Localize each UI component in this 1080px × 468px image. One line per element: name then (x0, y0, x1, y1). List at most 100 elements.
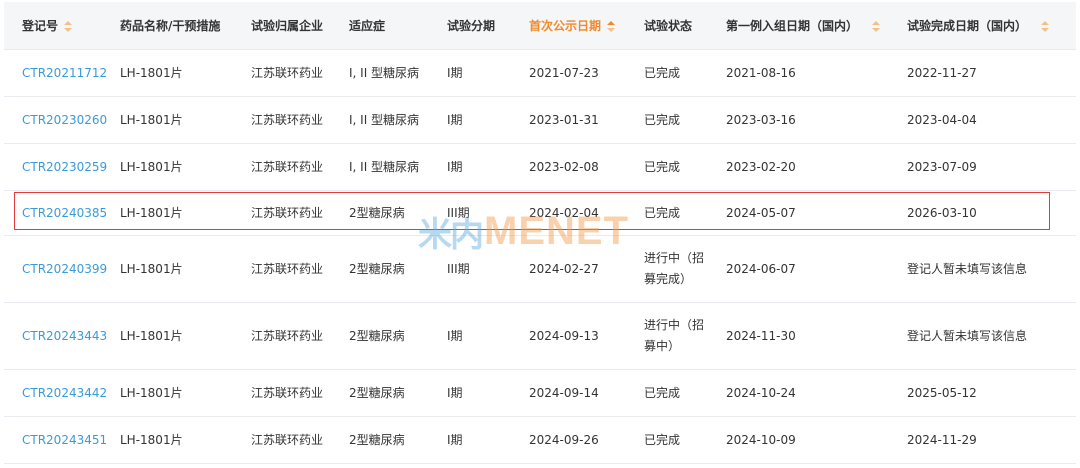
table-row: CTR20211712 LH-1801片 江苏联环药业 I, II 型糖尿病 I… (4, 49, 1076, 97)
phase-cell: I期 (447, 302, 529, 370)
publish-date-cell: 2023-01-31 (529, 96, 644, 144)
indication-cell: 2型糖尿病 (349, 416, 447, 464)
phase-cell: I期 (447, 143, 529, 191)
phase-cell: III期 (447, 235, 529, 303)
drug-cell: LH-1801片 (120, 302, 251, 370)
table-header: 登记号 药品名称/干预措施 试验归属企业 适应症 试验分期 首次公示日期 试验状… (4, 2, 1076, 50)
sort-icon[interactable] (607, 20, 616, 32)
header-cell-company: 试验归属企业 (251, 2, 349, 50)
drug-cell: LH-1801片 (120, 369, 251, 417)
reg-link[interactable]: CTR20243451 (22, 433, 107, 447)
status-cell: 已完成 (644, 369, 726, 417)
status-cell: 进行中（招募中） (644, 302, 726, 370)
indication-cell: 2型糖尿病 (349, 369, 447, 417)
reg-link[interactable]: CTR20211712 (22, 66, 107, 80)
company-cell: 江苏联环药业 (251, 369, 349, 417)
reg-cell: CTR20240385 (4, 190, 120, 236)
table-row: CTR20243451 LH-1801片 江苏联环药业 2型糖尿病 I期 202… (4, 416, 1076, 464)
header-label: 登记号 (22, 18, 59, 33)
sort-icon[interactable] (872, 20, 881, 32)
reg-cell: CTR20243451 (4, 416, 120, 464)
company-cell: 江苏联环药业 (251, 49, 349, 97)
first-enroll-cell: 2021-08-16 (726, 49, 907, 97)
first-enroll-cell: 2024-11-30 (726, 302, 907, 370)
reg-cell: CTR20240399 (4, 235, 120, 303)
header-cell-reg[interactable]: 登记号 (4, 2, 120, 50)
first-enroll-cell: 2023-02-20 (726, 143, 907, 191)
header-label: 适应症 (349, 18, 386, 33)
header-label: 试验分期 (447, 18, 496, 33)
trials-table: 登记号 药品名称/干预措施 试验归属企业 适应症 试验分期 首次公示日期 试验状… (4, 2, 1076, 464)
header-label: 试验归属企业 (251, 18, 324, 33)
indication-cell: 2型糖尿病 (349, 302, 447, 370)
publish-date-cell: 2024-09-13 (529, 302, 644, 370)
status-cell: 进行中（招募完成） (644, 235, 726, 303)
reg-link[interactable]: CTR20230259 (22, 160, 107, 174)
reg-cell: CTR20243442 (4, 369, 120, 417)
table-row: CTR20230260 LH-1801片 江苏联环药业 I, II 型糖尿病 I… (4, 96, 1076, 144)
status-cell: 已完成 (644, 416, 726, 464)
trials-page: 登记号 药品名称/干预措施 试验归属企业 适应症 试验分期 首次公示日期 试验状… (0, 0, 1080, 468)
publish-date-cell: 2021-07-23 (529, 49, 644, 97)
first-enroll-cell: 2023-03-16 (726, 96, 907, 144)
complete-date-cell: 登记人暂未填写该信息 (907, 302, 1076, 370)
header-cell-drug: 药品名称/干预措施 (120, 2, 251, 50)
publish-date-cell: 2023-02-08 (529, 143, 644, 191)
indication-cell: I, II 型糖尿病 (349, 49, 447, 97)
company-cell: 江苏联环药业 (251, 190, 349, 236)
indication-cell: 2型糖尿病 (349, 235, 447, 303)
drug-cell: LH-1801片 (120, 416, 251, 464)
table-row: CTR20243443 LH-1801片 江苏联环药业 2型糖尿病 I期 202… (4, 302, 1076, 370)
reg-link[interactable]: CTR20240385 (22, 206, 107, 220)
complete-date-cell: 2022-11-27 (907, 49, 1076, 97)
complete-date-cell: 2023-07-09 (907, 143, 1076, 191)
sort-icon[interactable] (1041, 20, 1050, 32)
complete-date-cell: 2026-03-10 (907, 190, 1076, 236)
reg-link[interactable]: CTR20243442 (22, 386, 107, 400)
header-label: 首次公示日期 (529, 18, 602, 33)
drug-cell: LH-1801片 (120, 49, 251, 97)
header-cell-publish-date[interactable]: 首次公示日期 (529, 2, 644, 50)
drug-cell: LH-1801片 (120, 235, 251, 303)
header-label: 药品名称/干预措施 (120, 18, 221, 33)
header-cell-first-enroll[interactable]: 第一例入组日期（国内） (726, 2, 907, 50)
status-cell: 已完成 (644, 190, 726, 236)
header-label: 试验完成日期（国内） (907, 18, 1028, 33)
complete-date-cell: 2024-11-29 (907, 416, 1076, 464)
table-row: CTR20243442 LH-1801片 江苏联环药业 2型糖尿病 I期 202… (4, 369, 1076, 417)
company-cell: 江苏联环药业 (251, 143, 349, 191)
phase-cell: I期 (447, 49, 529, 97)
publish-date-cell: 2024-09-26 (529, 416, 644, 464)
phase-cell: I期 (447, 416, 529, 464)
drug-cell: LH-1801片 (120, 190, 251, 236)
header-cell-complete-date[interactable]: 试验完成日期（国内） (907, 2, 1076, 50)
reg-cell: CTR20230259 (4, 143, 120, 191)
publish-date-cell: 2024-02-27 (529, 235, 644, 303)
phase-cell: I期 (447, 369, 529, 417)
sort-icon[interactable] (64, 20, 73, 32)
first-enroll-cell: 2024-10-09 (726, 416, 907, 464)
publish-date-cell: 2024-02-04 (529, 190, 644, 236)
reg-link[interactable]: CTR20240399 (22, 262, 107, 276)
indication-cell: I, II 型糖尿病 (349, 143, 447, 191)
reg-link[interactable]: CTR20243443 (22, 329, 107, 343)
header-cell-indication: 适应症 (349, 2, 447, 50)
table-row: CTR20240385 LH-1801片 江苏联环药业 2型糖尿病 III期 2… (4, 190, 1076, 236)
header-label: 第一例入组日期（国内） (726, 18, 859, 33)
first-enroll-cell: 2024-10-24 (726, 369, 907, 417)
drug-cell: LH-1801片 (120, 143, 251, 191)
company-cell: 江苏联环药业 (251, 235, 349, 303)
status-cell: 已完成 (644, 96, 726, 144)
reg-cell: CTR20243443 (4, 302, 120, 370)
table-row: CTR20240399 LH-1801片 江苏联环药业 2型糖尿病 III期 2… (4, 235, 1076, 303)
first-enroll-cell: 2024-06-07 (726, 235, 907, 303)
reg-link[interactable]: CTR20230260 (22, 113, 107, 127)
reg-cell: CTR20211712 (4, 49, 120, 97)
header-row: 登记号 药品名称/干预措施 试验归属企业 适应症 试验分期 首次公示日期 试验状… (4, 2, 1076, 50)
first-enroll-cell: 2024-05-07 (726, 190, 907, 236)
complete-date-cell: 登记人暂未填写该信息 (907, 235, 1076, 303)
status-cell: 已完成 (644, 49, 726, 97)
drug-cell: LH-1801片 (120, 96, 251, 144)
indication-cell: 2型糖尿病 (349, 190, 447, 236)
complete-date-cell: 2023-04-04 (907, 96, 1076, 144)
